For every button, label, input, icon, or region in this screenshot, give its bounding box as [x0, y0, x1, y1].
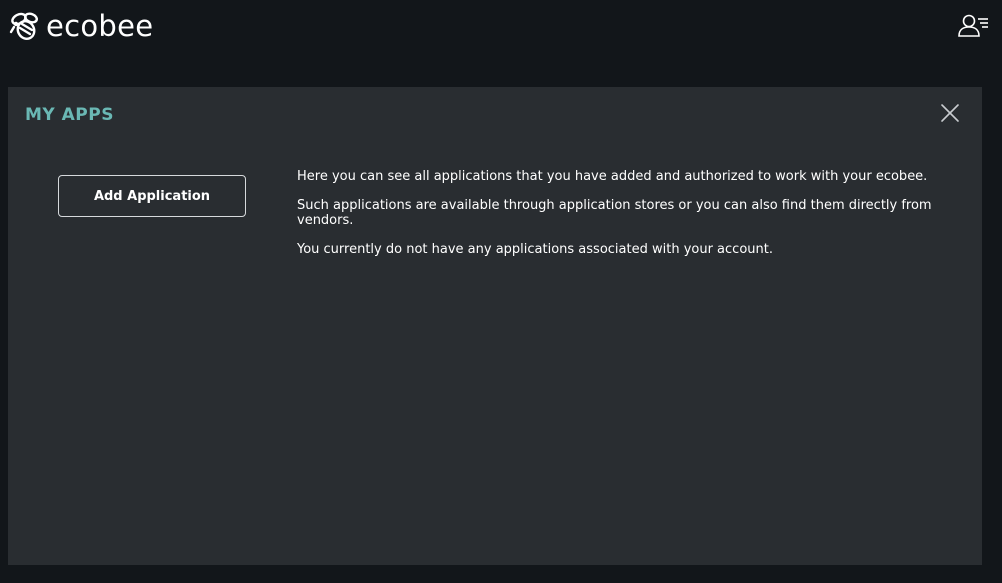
apps-description: Here you can see all applications that y…: [297, 169, 937, 271]
add-application-button[interactable]: Add Application: [58, 175, 246, 217]
top-bar: ecobee: [0, 0, 1002, 56]
user-menu-icon[interactable]: [957, 12, 989, 40]
empty-state-text: You currently do not have any applicatio…: [297, 242, 773, 257]
ecobee-logo[interactable]: ecobee: [8, 9, 153, 43]
description-paragraph: Such applications are available through …: [297, 198, 932, 228]
panel-title: MY APPS: [25, 105, 114, 125]
close-icon[interactable]: [940, 103, 960, 123]
my-apps-panel: MY APPS Add Application Here you can see…: [8, 87, 982, 565]
brand-name: ecobee: [46, 9, 154, 43]
bee-icon: [8, 9, 42, 43]
description-paragraph: Here you can see all applications that y…: [297, 169, 928, 184]
